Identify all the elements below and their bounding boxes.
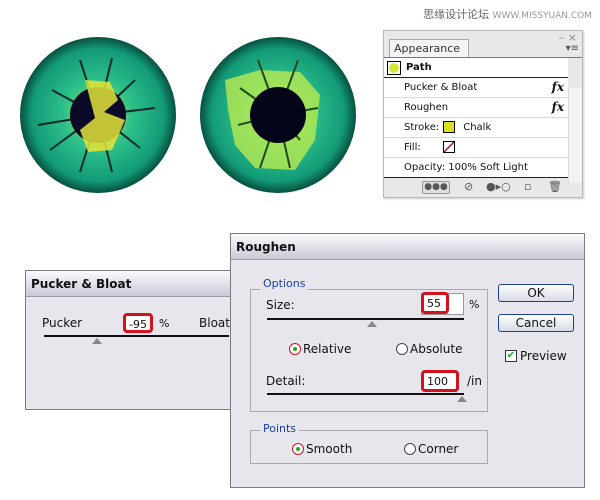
- clear-appearance-icon[interactable]: ⊘: [464, 180, 473, 193]
- fill-row[interactable]: Fill:: [384, 138, 568, 158]
- new-art-icon[interactable]: ●●●: [422, 181, 450, 194]
- preview-checkbox[interactable]: ✔ Preview: [505, 349, 567, 363]
- detail-slider-track[interactable]: [267, 393, 464, 395]
- detail-input[interactable]: 100: [421, 370, 459, 392]
- tab-appearance[interactable]: Appearance ×: [389, 39, 469, 68]
- bloat-label: Bloat: [199, 316, 230, 330]
- ok-button[interactable]: OK: [498, 284, 574, 302]
- size-label: Size:: [266, 298, 295, 312]
- pucker-input[interactable]: -95: [123, 313, 153, 333]
- path-thumbnail: [387, 61, 401, 75]
- eye-roughen: [200, 37, 356, 193]
- delete-icon[interactable]: 🗑: [548, 180, 562, 193]
- opacity-row[interactable]: Opacity: 100% Soft Light: [384, 158, 568, 178]
- path-row[interactable]: Path: [384, 58, 568, 78]
- detail-slider-thumb[interactable]: [457, 396, 467, 402]
- stroke-swatch[interactable]: [443, 121, 456, 133]
- pucker-bloat-dialog: Pucker & Bloat Pucker -95 % Bloat: [25, 270, 240, 410]
- stroke-row[interactable]: Stroke: Chalk: [384, 118, 568, 138]
- relative-radio[interactable]: Relative: [289, 342, 351, 356]
- size-slider-track[interactable]: [267, 318, 464, 320]
- panel-menu-icon[interactable]: ▾≡: [566, 43, 579, 54]
- eye-pucker: [20, 37, 176, 193]
- pucker-slider-thumb[interactable]: [92, 338, 102, 344]
- fill-none-swatch[interactable]: [442, 141, 455, 153]
- minimize-button[interactable]: –: [559, 31, 565, 44]
- options-legend: Options: [260, 277, 309, 290]
- unit-label: %: [159, 317, 170, 330]
- absolute-radio[interactable]: Absolute: [396, 342, 462, 356]
- reduce-basic-icon[interactable]: ●▸○: [486, 180, 511, 193]
- appearance-panel: – × Appearance × ▾≡ Path Pucker & Bloatf…: [383, 30, 583, 198]
- dialog-title: Pucker & Bloat: [26, 271, 239, 297]
- size-unit: %: [469, 298, 480, 311]
- roughen-dialog: Roughen Options Size: 55 % Relative Abso…: [230, 233, 585, 488]
- dialog-title: Roughen: [231, 234, 584, 260]
- fx-icon: fx: [551, 80, 564, 94]
- effect-roughen[interactable]: Roughen fx: [384, 98, 568, 118]
- eye-illustrations: [20, 37, 356, 193]
- size-slider-thumb[interactable]: [367, 321, 377, 327]
- scrollbar[interactable]: [568, 88, 582, 183]
- size-input[interactable]: 55: [421, 292, 449, 314]
- effect-pucker-bloat[interactable]: Pucker & Bloat fx: [384, 78, 568, 98]
- duplicate-item-icon[interactable]: ▫: [524, 180, 531, 193]
- pucker-slider-track[interactable]: [44, 335, 229, 337]
- detail-label: Detail:: [266, 374, 306, 388]
- pucker-label: Pucker: [42, 316, 83, 330]
- fx-icon: fx: [551, 100, 564, 114]
- points-legend: Points: [260, 422, 300, 435]
- cancel-button[interactable]: Cancel: [498, 314, 574, 332]
- watermark: 思缘设计论坛 WWW.MISSYUAN.COM: [423, 8, 592, 21]
- detail-unit: /in: [467, 374, 482, 388]
- panel-toolbar: ●●● ⊘ ●▸○ ▫ 🗑: [384, 179, 582, 197]
- corner-radio[interactable]: Corner: [404, 442, 458, 456]
- smooth-radio[interactable]: Smooth: [292, 442, 352, 456]
